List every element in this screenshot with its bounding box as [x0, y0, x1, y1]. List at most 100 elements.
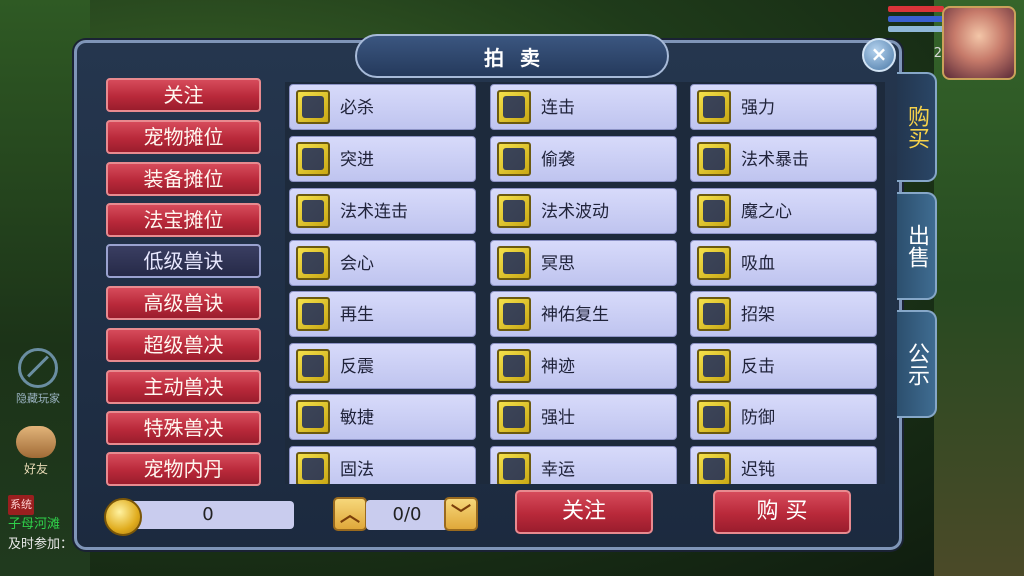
skill-icon	[497, 142, 531, 176]
hud-count: 2	[933, 46, 942, 61]
skill-name: 吸血	[741, 254, 775, 274]
skill-icon	[296, 194, 330, 228]
arrow-down-icon: ﹀	[451, 502, 471, 526]
skill-cell[interactable]: 强壮	[490, 394, 677, 440]
money-field: 0	[122, 501, 294, 529]
category-button[interactable]: 宠物摊位	[106, 120, 261, 154]
skill-cell[interactable]: 固法	[289, 446, 476, 484]
category-button[interactable]: 特殊兽决	[106, 411, 261, 445]
skill-cell[interactable]: 敏捷	[289, 394, 476, 440]
skill-cell[interactable]: 法术波动	[490, 188, 677, 234]
handshake-icon	[16, 426, 56, 458]
skill-icon	[497, 349, 531, 383]
skill-name: 招架	[741, 305, 775, 325]
skill-name: 连击	[541, 98, 575, 118]
friends-button[interactable]: 好友	[6, 426, 66, 477]
skill-cell[interactable]: 再生	[289, 291, 476, 337]
skill-grid: 必杀 连击 强力 突进 偷袭 法术暴击 法术连击 法术波动 魔之心 会心 冥思 …	[285, 82, 885, 484]
skill-cell[interactable]: 迟钝	[690, 446, 877, 484]
skill-cell[interactable]: 招架	[690, 291, 877, 337]
tab-notice[interactable]: 公示	[897, 310, 937, 418]
skill-name: 魔之心	[741, 202, 792, 222]
skill-cell[interactable]: 魔之心	[690, 188, 877, 234]
skill-icon	[497, 246, 531, 280]
skill-cell[interactable]: 强力	[690, 84, 877, 130]
hide-players-label: 隐藏玩家	[16, 392, 60, 405]
skill-cell[interactable]: 连击	[490, 84, 677, 130]
category-button[interactable]: 超级兽决	[106, 328, 261, 362]
player-status-bars	[888, 6, 944, 36]
skill-cell[interactable]: 反震	[289, 343, 476, 389]
skill-icon	[497, 90, 531, 124]
category-button[interactable]: 宠物内丹	[106, 452, 261, 486]
panel-title-bar: 拍卖	[355, 34, 669, 78]
tab-sell[interactable]: 出售	[897, 192, 937, 300]
follow-button[interactable]: 关注	[515, 490, 653, 534]
skill-cell[interactable]: 幸运	[490, 446, 677, 484]
hide-players-icon	[18, 348, 58, 388]
skill-icon	[296, 90, 330, 124]
page-down-button[interactable]: ﹀	[444, 497, 478, 531]
skill-name: 迟钝	[741, 460, 775, 480]
skill-name: 反震	[340, 357, 374, 377]
skill-icon	[697, 142, 731, 176]
close-button[interactable]: ×	[862, 38, 896, 72]
skill-cell[interactable]: 防御	[690, 394, 877, 440]
skill-name: 敏捷	[340, 408, 374, 428]
skill-name: 突进	[340, 150, 374, 170]
category-button[interactable]: 主动兽决	[106, 370, 261, 404]
skill-name: 幸运	[541, 460, 575, 480]
skill-icon	[697, 90, 731, 124]
skill-icon	[697, 194, 731, 228]
tab-sell-label: 出售	[904, 224, 929, 268]
skill-name: 法术暴击	[741, 150, 809, 170]
skill-name: 必杀	[340, 98, 374, 118]
skill-icon	[697, 246, 731, 280]
skill-cell[interactable]: 突进	[289, 136, 476, 182]
skill-cell[interactable]: 会心	[289, 240, 476, 286]
skill-cell[interactable]: 吸血	[690, 240, 877, 286]
skill-cell[interactable]: 法术暴击	[690, 136, 877, 182]
skill-icon	[296, 297, 330, 331]
chat-line: 子母河滩	[8, 517, 61, 532]
skill-name: 再生	[340, 305, 374, 325]
skill-cell[interactable]: 反击	[690, 343, 877, 389]
friends-label: 好友	[23, 462, 48, 476]
buy-button[interactable]: 购 买	[713, 490, 851, 534]
skill-name: 神佑复生	[541, 305, 609, 325]
skill-icon	[296, 142, 330, 176]
hide-players-button[interactable]: 隐藏玩家	[6, 348, 70, 406]
skill-icon	[296, 400, 330, 434]
page-indicator: 0/0	[366, 500, 448, 530]
category-button[interactable]: 法宝摊位	[106, 203, 261, 237]
player-avatar[interactable]	[942, 6, 1016, 80]
page-up-button[interactable]: ︿	[333, 497, 367, 531]
category-button[interactable]: 高级兽诀	[106, 286, 261, 320]
skill-cell[interactable]: 神佑复生	[490, 291, 677, 337]
scene-background-right	[934, 0, 1024, 576]
tab-buy-label: 购买	[904, 105, 929, 149]
chat-line: 及时参加：	[8, 537, 74, 552]
skill-cell[interactable]: 偷袭	[490, 136, 677, 182]
tab-notice-label: 公示	[904, 342, 929, 386]
skill-icon	[697, 400, 731, 434]
skill-name: 反击	[741, 357, 775, 377]
skill-icon	[697, 349, 731, 383]
skill-icon	[296, 246, 330, 280]
skill-cell[interactable]: 必杀	[289, 84, 476, 130]
skill-icon	[697, 452, 731, 484]
skill-icon	[497, 194, 531, 228]
skill-cell[interactable]: 法术连击	[289, 188, 476, 234]
category-button[interactable]: 装备摊位	[106, 162, 261, 196]
skill-name: 会心	[340, 254, 374, 274]
chat-log: 系统 子母河滩 及时参加：	[8, 495, 73, 555]
category-button-active[interactable]: 低级兽诀	[106, 244, 261, 278]
skill-icon	[296, 349, 330, 383]
skill-name: 防御	[741, 408, 775, 428]
tab-buy[interactable]: 购买	[897, 72, 937, 182]
category-button[interactable]: 关注	[106, 78, 261, 112]
skill-name: 法术波动	[541, 202, 609, 222]
skill-cell[interactable]: 冥思	[490, 240, 677, 286]
skill-cell[interactable]: 神迹	[490, 343, 677, 389]
skill-name: 强壮	[541, 408, 575, 428]
